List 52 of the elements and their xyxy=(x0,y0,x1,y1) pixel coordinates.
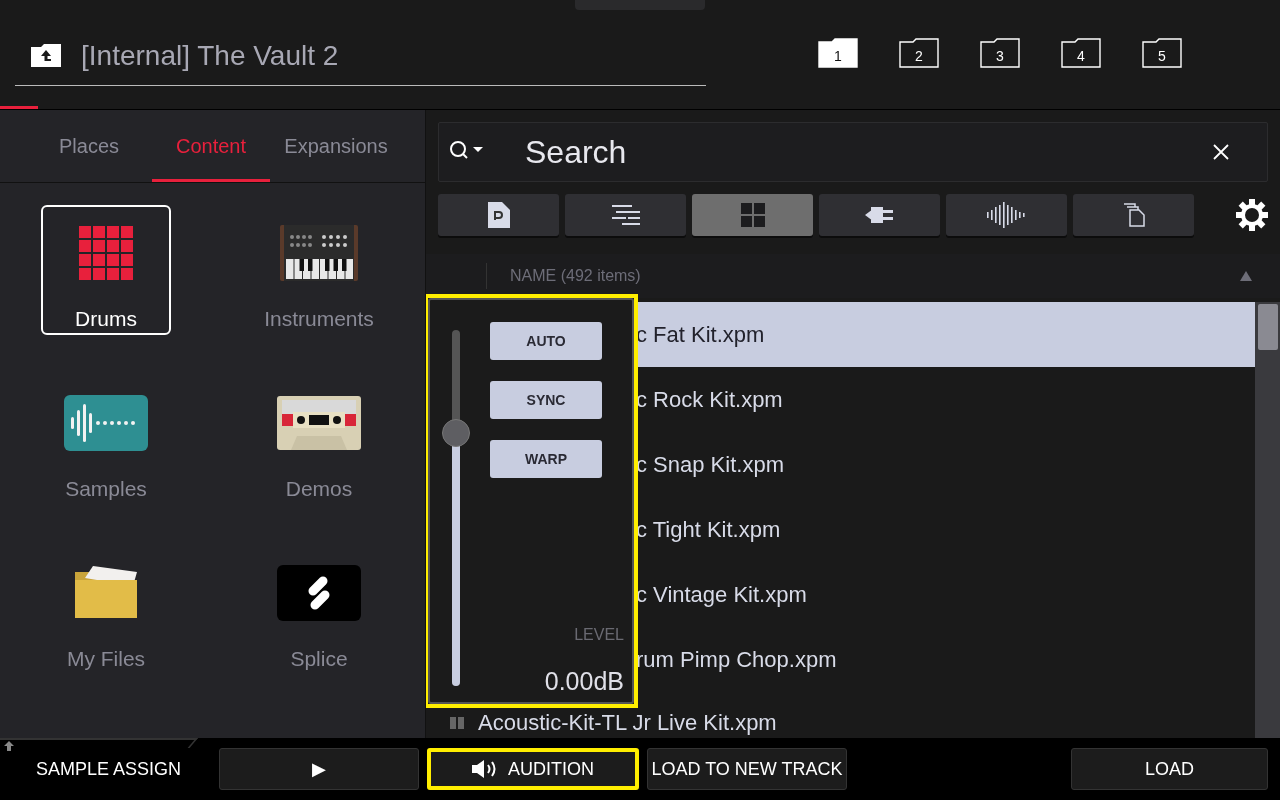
waveform-icon xyxy=(986,202,1027,228)
close-icon[interactable] xyxy=(1213,144,1229,160)
folder-tab[interactable]: 5 xyxy=(1142,38,1182,68)
audition-button[interactable]: AUDITION xyxy=(427,748,639,790)
content-tile[interactable]: Samples xyxy=(41,375,171,505)
content-tile[interactable]: Instruments xyxy=(254,205,384,335)
folder-tab[interactable]: 4 xyxy=(1061,38,1101,68)
search-field[interactable]: Search xyxy=(523,129,1213,175)
cassette-icon xyxy=(277,396,361,450)
waveform-icon xyxy=(64,395,148,451)
drum-pad-icon xyxy=(79,226,133,280)
plug-icon xyxy=(864,204,895,226)
speaker-icon xyxy=(472,760,498,778)
content-tile[interactable]: Demos xyxy=(254,375,384,505)
filter-button[interactable] xyxy=(1073,194,1194,236)
arrow-up-icon[interactable] xyxy=(4,741,14,751)
mode-label: SAMPLE ASSIGN xyxy=(36,758,183,780)
filter-button[interactable] xyxy=(438,194,559,236)
document-p-icon xyxy=(487,202,510,228)
folder-tab[interactable]: 2 xyxy=(899,38,939,68)
load-button[interactable]: LOAD xyxy=(1071,748,1268,790)
content-tile[interactable]: My Files xyxy=(41,545,171,675)
sort-up-icon[interactable] xyxy=(1240,271,1252,281)
folder-path: [Internal] The Vault 2 xyxy=(81,39,339,72)
load-track-button[interactable]: LOAD TO NEW TRACK xyxy=(647,748,847,790)
folder-icon xyxy=(73,566,139,620)
play-button[interactable]: ▶ xyxy=(219,748,419,790)
grid-icon xyxy=(740,203,765,227)
level-slider[interactable] xyxy=(442,330,470,686)
mode-button[interactable]: SYNC xyxy=(490,381,602,419)
filter-button[interactable] xyxy=(819,194,940,236)
folder-tab[interactable]: 3 xyxy=(980,38,1020,68)
progress-mark xyxy=(0,106,38,109)
scrollbar[interactable] xyxy=(1255,302,1280,738)
search-bar[interactable]: Search xyxy=(438,122,1268,182)
panel-tab[interactable]: Expansions xyxy=(274,110,398,182)
folder-tab[interactable]: 1 xyxy=(818,38,858,68)
content-tile[interactable]: Drums xyxy=(41,205,171,335)
mode-button[interactable]: AUTO xyxy=(490,322,602,360)
mode-button[interactable]: WARP xyxy=(490,440,602,478)
filter-button[interactable] xyxy=(946,194,1067,236)
splice-logo-icon xyxy=(277,565,361,621)
copies-icon xyxy=(1122,203,1145,227)
kit-icon xyxy=(450,717,464,729)
level-label: LEVEL xyxy=(574,626,624,644)
lines-icon xyxy=(611,205,640,225)
settings-icon[interactable] xyxy=(1236,199,1268,231)
panel-tab[interactable]: Places xyxy=(30,110,148,182)
content-tile[interactable]: Splice xyxy=(254,545,384,675)
keyboard-icon xyxy=(280,225,358,281)
filter-button[interactable] xyxy=(565,194,686,236)
folder-up-icon[interactable] xyxy=(31,43,61,68)
